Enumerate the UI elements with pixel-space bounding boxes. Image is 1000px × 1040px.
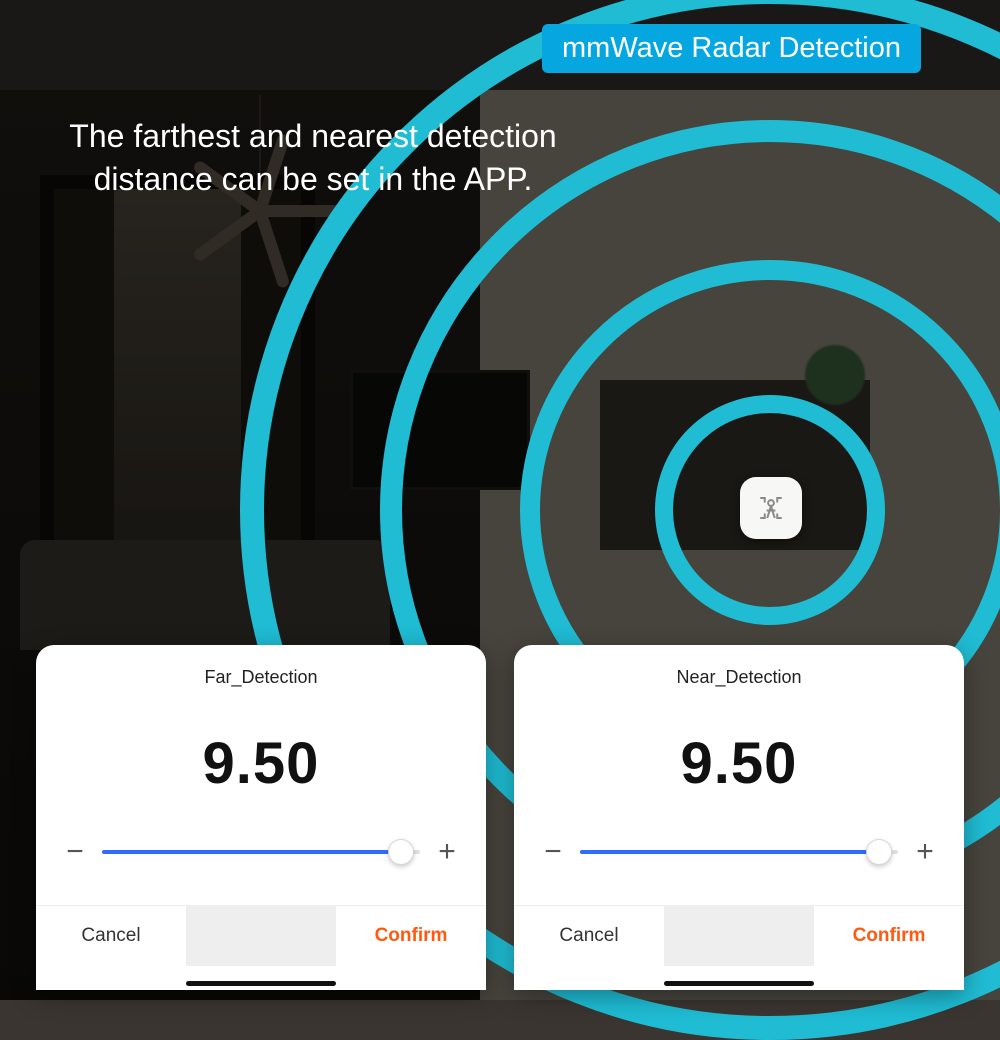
card-value: 9.50: [36, 730, 486, 797]
card-title: Near_Detection: [514, 667, 964, 688]
card-actions: Cancel Confirm: [514, 906, 964, 966]
actions-separator: [186, 906, 336, 966]
title-badge: mmWave Radar Detection: [542, 24, 921, 73]
plus-button[interactable]: +: [434, 837, 460, 867]
detection-cards: Far_Detection 9.50 − + Cancel Confirm Ne…: [36, 645, 964, 990]
minus-button[interactable]: −: [62, 837, 88, 867]
slider-thumb[interactable]: [388, 839, 414, 865]
slider-thumb[interactable]: [866, 839, 892, 865]
slider-row: − +: [514, 837, 964, 867]
card-value: 9.50: [514, 730, 964, 797]
cancel-button[interactable]: Cancel: [36, 906, 186, 966]
plus-button[interactable]: +: [912, 837, 938, 867]
presence-sensor-icon: [756, 493, 786, 523]
slider-track[interactable]: [580, 850, 898, 854]
confirm-button[interactable]: Confirm: [336, 906, 486, 966]
slider-fill: [102, 850, 401, 854]
slider-track[interactable]: [102, 850, 420, 854]
home-indicator[interactable]: [664, 981, 814, 986]
home-indicator[interactable]: [186, 981, 336, 986]
slider-row: − +: [36, 837, 486, 867]
far-detection-card: Far_Detection 9.50 − + Cancel Confirm: [36, 645, 486, 990]
presence-sensor-device: [740, 477, 802, 539]
confirm-button[interactable]: Confirm: [814, 906, 964, 966]
card-title: Far_Detection: [36, 667, 486, 688]
headline-text: The farthest and nearest detection dista…: [38, 115, 588, 201]
minus-button[interactable]: −: [540, 837, 566, 867]
card-actions: Cancel Confirm: [36, 906, 486, 966]
slider-fill: [580, 850, 879, 854]
actions-separator: [664, 906, 814, 966]
cancel-button[interactable]: Cancel: [514, 906, 664, 966]
near-detection-card: Near_Detection 9.50 − + Cancel Confirm: [514, 645, 964, 990]
